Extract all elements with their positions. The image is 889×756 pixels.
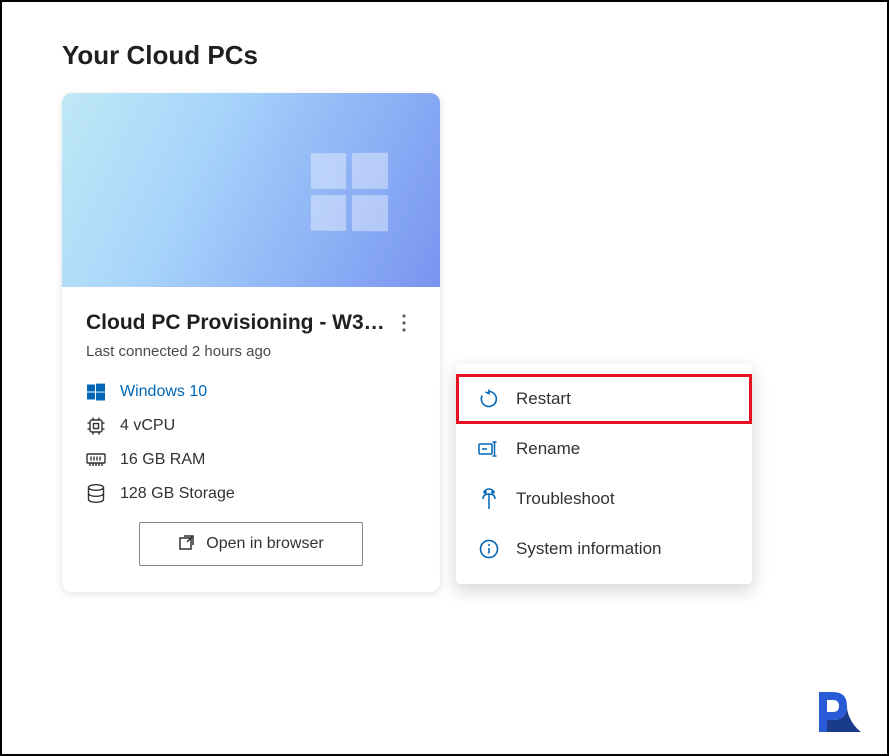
ram-row: 16 GB RAM: [86, 450, 416, 470]
info-icon: [478, 538, 500, 560]
last-connected-text: Last connected 2 hours ago: [86, 343, 416, 360]
storage-row: 128 GB Storage: [86, 484, 416, 504]
open-in-browser-button[interactable]: Open in browser: [139, 522, 363, 566]
vertical-dots-icon: [402, 314, 406, 332]
cpu-label: 4 vCPU: [120, 417, 175, 435]
windows-icon: [86, 382, 106, 402]
menu-label: Troubleshoot: [516, 489, 615, 509]
os-label: Windows 10: [120, 383, 207, 401]
card-hero: [62, 93, 440, 287]
menu-item-sysinfo[interactable]: System information: [456, 524, 752, 574]
more-actions-button[interactable]: [392, 311, 416, 335]
menu-label: System information: [516, 539, 662, 559]
open-button-label: Open in browser: [206, 535, 323, 553]
menu-item-rename[interactable]: Rename: [456, 424, 752, 474]
storage-label: 128 GB Storage: [120, 485, 235, 503]
card-body: Cloud PC Provisioning - W3… Last connect…: [62, 287, 440, 592]
card-title: Cloud PC Provisioning - W3…: [86, 311, 385, 335]
menu-item-restart[interactable]: Restart: [456, 374, 752, 424]
actions-menu: Restart Rename Troubleshoot System infor…: [456, 364, 752, 584]
storage-icon: [86, 484, 106, 504]
open-external-icon: [178, 533, 196, 556]
troubleshoot-icon: [478, 488, 500, 510]
menu-label: Rename: [516, 439, 580, 459]
page-title: Your Cloud PCs: [62, 40, 827, 71]
ram-icon: [86, 450, 106, 470]
menu-label: Restart: [516, 389, 571, 409]
cloud-pc-card: Cloud PC Provisioning - W3… Last connect…: [62, 93, 440, 592]
rename-icon: [478, 438, 500, 460]
menu-item-troubleshoot[interactable]: Troubleshoot: [456, 474, 752, 524]
os-row[interactable]: Windows 10: [86, 382, 416, 402]
cpu-row: 4 vCPU: [86, 416, 416, 436]
windows-logo-icon: [311, 153, 388, 232]
ram-label: 16 GB RAM: [120, 451, 205, 469]
brand-logo-icon: [813, 686, 867, 740]
cpu-icon: [86, 416, 106, 436]
restart-icon: [478, 388, 500, 410]
